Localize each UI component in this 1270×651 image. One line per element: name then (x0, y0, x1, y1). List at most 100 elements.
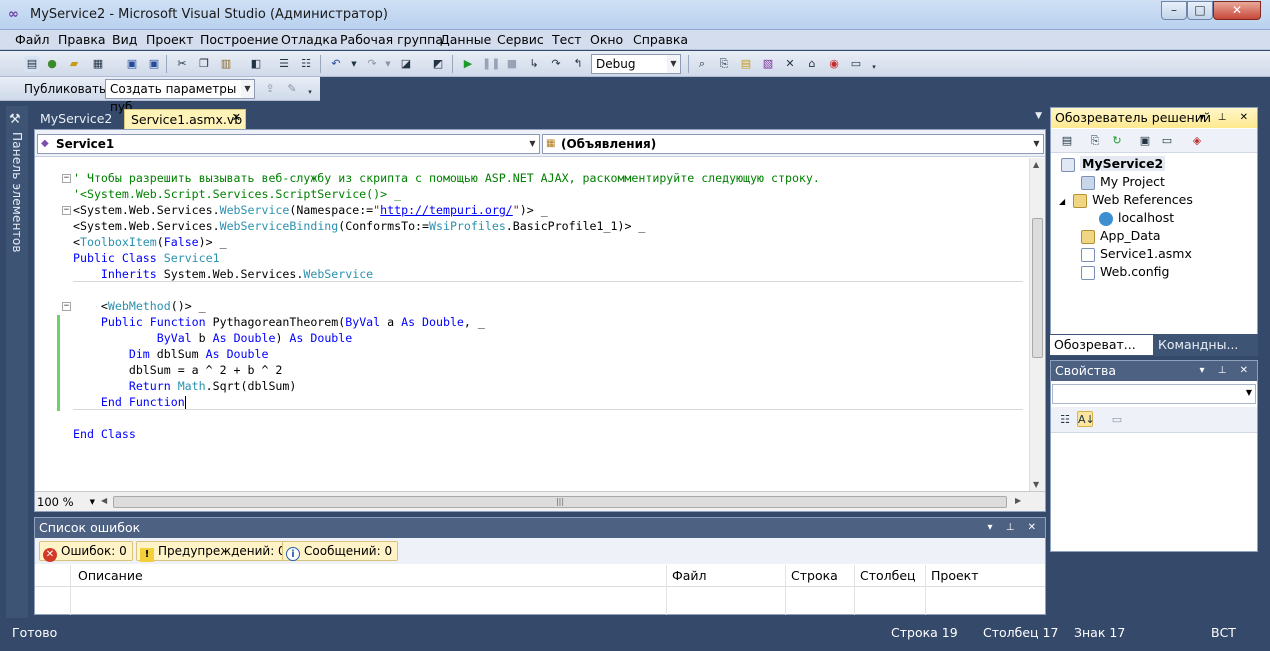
paste-icon[interactable]: ▥ (218, 56, 234, 72)
warnings-filter-button[interactable]: ! Предупреждений: 0 (136, 541, 292, 562)
properties-window-icon[interactable]: ▧ (760, 56, 776, 72)
column-file[interactable]: Файл (672, 568, 707, 583)
column-project[interactable]: Проект (931, 568, 979, 583)
tab-service1-asmx-vb[interactable]: Service1.asmx.vb ✕ (124, 109, 246, 129)
column-description[interactable]: Описание (78, 568, 143, 583)
step-into-icon[interactable]: ↳ (526, 56, 542, 72)
menu-data[interactable]: Данные (440, 32, 491, 47)
toolbar-overflow-icon[interactable]: ▾ (302, 84, 318, 100)
panel-buttons[interactable]: ▾ ⊥ ✕ (988, 518, 1041, 538)
tab-list-dropdown-icon[interactable]: ▼ (1035, 111, 1042, 121)
scroll-left-icon[interactable]: ◀ (101, 496, 107, 505)
panel-buttons[interactable]: ▾ ⊥ ✕ (1200, 361, 1253, 381)
menu-tools[interactable]: Сервис (497, 32, 544, 47)
code-editor[interactable]: ◆ Service1 ▼ ▦ (Объявления) ▼ − − − ' Чт… (34, 129, 1046, 512)
navigate-forward-icon[interactable]: ◩ (430, 56, 446, 72)
tab-team-explorer[interactable]: Командны... (1154, 335, 1256, 355)
messages-filter-button[interactable]: i Сообщений: 0 (282, 541, 399, 561)
menu-edit[interactable]: Правка (58, 32, 106, 47)
scroll-up-icon[interactable]: ▲ (1033, 160, 1039, 169)
find-icon[interactable]: ◧ (248, 56, 264, 72)
toolbox-icon[interactable]: ✕ (782, 56, 798, 72)
menu-help[interactable]: Справка (633, 32, 688, 47)
step-over-icon[interactable]: ↷ (548, 56, 564, 72)
expand-arrow-icon[interactable]: ◢ (1059, 197, 1065, 206)
fold-collapse-icon[interactable]: − (62, 206, 71, 215)
cut-icon[interactable]: ✂ (174, 56, 190, 72)
tab-myservice2[interactable]: MyService2 (34, 109, 118, 129)
menu-window[interactable]: Окно (590, 32, 623, 47)
step-out-icon[interactable]: ↰ (570, 56, 586, 72)
output-window-icon[interactable]: ▭ (848, 56, 864, 72)
outdent-icon[interactable]: ☷ (298, 56, 314, 72)
minimize-button[interactable]: – (1161, 1, 1187, 20)
copy-icon[interactable]: ❐ (196, 56, 212, 72)
toolbar-overflow-icon[interactable]: ▾ (866, 59, 882, 75)
tree-item-web-references[interactable]: ◢ Web References (1059, 191, 1193, 208)
menu-project[interactable]: Проект (146, 32, 194, 47)
column-line[interactable]: Строка (791, 568, 838, 583)
publish-settings-select[interactable]: Создать параметры пуб ▼ (105, 79, 255, 114)
toolbox-strip[interactable]: ⚒ Панель элементов (6, 106, 28, 618)
save-icon[interactable]: ▣ (124, 56, 140, 72)
properties-object-select[interactable]: ▼ (1052, 384, 1256, 404)
fold-collapse-icon[interactable]: − (62, 302, 71, 311)
method-name-combo[interactable]: ▦ (Объявления) ▼ (542, 134, 1044, 154)
publish-settings-icon[interactable]: ✎ (284, 81, 300, 97)
object-browser-icon[interactable]: ▤ (738, 56, 754, 72)
tree-item-web-config[interactable]: Web.config (1081, 263, 1169, 280)
navigate-back-icon[interactable]: ◪ (398, 56, 414, 72)
tree-item-service1-asmx[interactable]: Service1.asmx (1081, 245, 1192, 262)
scroll-thumb[interactable] (1032, 218, 1043, 358)
open-file-icon[interactable]: ▰ (66, 56, 82, 72)
redo-dropdown-icon[interactable]: ▼ (380, 56, 396, 72)
tree-item-my-project[interactable]: My Project (1081, 173, 1165, 190)
show-all-files-icon[interactable]: ⎘ (1087, 133, 1103, 149)
fold-collapse-icon[interactable]: − (62, 174, 71, 183)
tree-item-localhost[interactable]: localhost (1099, 209, 1174, 226)
properties-icon[interactable]: ▤ (1059, 133, 1075, 149)
close-icon[interactable]: ✕ (232, 111, 241, 124)
error-list-icon[interactable]: ◉ (826, 56, 842, 72)
stop-icon[interactable]: ■ (504, 56, 520, 72)
class-name-combo[interactable]: ◆ Service1 ▼ (37, 134, 540, 154)
web-service-icon[interactable]: ⎘ (716, 56, 732, 72)
add-existing-icon[interactable]: ▦ (90, 56, 106, 72)
maximize-button[interactable]: □ (1187, 1, 1213, 20)
view-code-icon[interactable]: ▣ (1137, 133, 1153, 149)
indent-icon[interactable]: ☰ (276, 56, 292, 72)
vertical-scrollbar[interactable]: ▲ ▼ (1029, 158, 1045, 491)
view-designer-icon[interactable]: ▭ (1159, 133, 1175, 149)
new-project-icon[interactable]: ▤ (24, 56, 40, 72)
panel-buttons[interactable]: ▾ ⊥ ✕ (1200, 108, 1253, 128)
menu-team[interactable]: Рабочая группа (340, 32, 443, 47)
scroll-right-icon[interactable]: ▶ (1015, 496, 1021, 505)
errors-filter-button[interactable]: ✕ Ошибок: 0 (39, 541, 133, 562)
close-button[interactable]: ✕ (1213, 1, 1261, 20)
redo-icon[interactable]: ↷ (364, 56, 380, 72)
zoom-combo[interactable]: 100 % ▼ (37, 494, 95, 510)
menu-debug[interactable]: Отладка (281, 32, 338, 47)
tree-item-app-data[interactable]: App_Data (1081, 227, 1161, 244)
undo-dropdown-icon[interactable]: ▼ (346, 56, 362, 72)
menu-test[interactable]: Тест (552, 32, 581, 47)
class-diagram-icon[interactable]: ◈ (1189, 133, 1205, 149)
alphabetical-icon[interactable]: A↓ (1077, 411, 1095, 427)
solution-config-select[interactable]: Debug ▼ (591, 54, 681, 74)
property-pages-icon[interactable]: ▭ (1109, 412, 1125, 428)
refresh-icon[interactable]: ↻ (1109, 133, 1125, 149)
scroll-down-icon[interactable]: ▼ (1033, 480, 1039, 489)
menu-file[interactable]: Файл (15, 32, 50, 47)
tab-solution-explorer[interactable]: Обозреват... (1050, 335, 1153, 355)
publish-web-icon[interactable]: ⇪ (262, 81, 278, 97)
menu-view[interactable]: Вид (112, 32, 137, 47)
horizontal-scroll-thumb[interactable]: ||| (113, 496, 1007, 508)
column-column[interactable]: Столбец (860, 568, 916, 583)
code-area[interactable]: − − − ' Чтобы разрешить вызывать веб-слу… (35, 160, 1027, 490)
menu-build[interactable]: Построение (200, 32, 278, 47)
start-debug-icon[interactable]: ▶ (460, 56, 476, 72)
pause-icon[interactable]: ❚❚ (482, 56, 500, 72)
undo-icon[interactable]: ↶ (328, 56, 344, 72)
save-all-icon[interactable]: ▣ (146, 56, 162, 72)
add-item-icon[interactable]: ● (44, 56, 60, 72)
